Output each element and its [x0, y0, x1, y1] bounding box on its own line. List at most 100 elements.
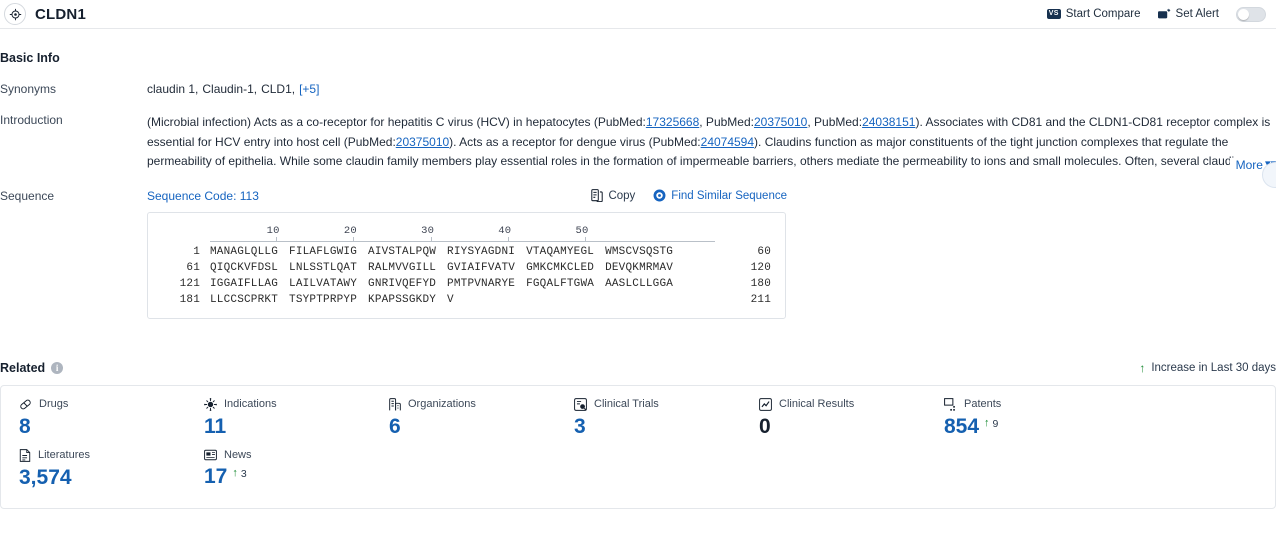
card-delta: ↑ 3 [232, 465, 246, 480]
related-card-news[interactable]: News 17 ↑ 3 [186, 449, 371, 490]
ruler-tick [430, 236, 432, 241]
card-value-row: 6 [389, 415, 556, 439]
sequence-code-link[interactable]: Sequence Code: 113 [147, 189, 259, 203]
find-similar-sequence-button[interactable]: Find Similar Sequence [653, 189, 787, 202]
synonyms-more-button[interactable]: [+5] [299, 82, 319, 96]
card-value: 3,574 [19, 465, 72, 489]
news-icon [204, 449, 217, 461]
alert-toggle[interactable] [1236, 6, 1266, 22]
sequence-start-index: 1 [193, 245, 200, 258]
pubmed-link[interactable]: 20375010 [754, 115, 807, 129]
related-card-indications[interactable]: Indications 11 [186, 397, 371, 439]
related-card-literatures[interactable]: Literatures 3,574 [1, 448, 186, 490]
introduction-text: (Microbial infection) Acts as a co-recep… [147, 113, 1275, 172]
info-icon[interactable]: i [51, 361, 64, 374]
basic-info-heading: Basic Info [0, 51, 60, 65]
sequence-chunk: FILAFLGWIG [289, 245, 358, 258]
pubmed-link[interactable]: 24074594 [701, 135, 754, 149]
card-label: Drugs [39, 398, 69, 410]
card-header: Drugs [19, 398, 186, 411]
arrow-up-icon: ↑ [984, 417, 990, 429]
copy-label: Copy [608, 189, 636, 202]
building-icon [389, 397, 401, 411]
introduction-text-fragment: , PubMed: [807, 115, 863, 129]
virus-icon [204, 397, 217, 411]
sequence-line: 121 IGGAIFLLAG LAILVATAWY GNRIVQEFYD PMTPVNA… [162, 278, 771, 290]
pubmed-link[interactable]: 20375010 [396, 135, 449, 149]
sequence-chunk: TSYPTPRPYP [289, 293, 358, 306]
introduction-label: Introduction [0, 113, 63, 127]
related-card-clinical-trials[interactable]: Clinical Trials 3 [556, 397, 741, 439]
top-header-bar: CLDN1 VS Start Compare Set Alert [0, 0, 1276, 29]
card-label: News [224, 448, 252, 461]
ruler-tick-label: 10 [266, 224, 280, 237]
page-body: Basic Info Synonyms claudin 1, Claudin-1,… [0, 51, 1276, 509]
introduction-text-fragment: , PubMed: [699, 115, 754, 129]
ruler-tick-label: 20 [343, 224, 357, 237]
increase-legend: ↑ Increase in Last 30 days [1139, 362, 1276, 374]
sequence-ruler-row: 10 20 30 40 50 [162, 224, 771, 242]
introduction-value: (Microbial infection) Acts as a co-recep… [147, 113, 1276, 172]
sequence-chunk: RIYSYAGDNI [447, 245, 516, 258]
sequence-start-index: 181 [179, 293, 200, 306]
sequence-chunk: DEVQKMRMAV [605, 261, 674, 274]
pill-icon [19, 398, 32, 411]
card-label: Clinical Trials [594, 398, 659, 410]
sequence-chunk: LNLSSTLQAT [289, 261, 358, 274]
sequence-chunk: LAILVATAWY [289, 277, 358, 290]
sequence-chunk: AIVSTALPQW [368, 245, 437, 258]
sequence-chunk: GMKCMKCLED [526, 261, 595, 274]
sequence-start-index: 121 [179, 277, 200, 290]
card-label: Literatures [38, 449, 90, 461]
related-card-clinical-results[interactable]: Clinical Results 0 [741, 397, 926, 439]
card-value: 0 [759, 414, 771, 438]
related-stats-grid: Drugs 8 Indications 11 Organizations 6 Clinica… [0, 384, 1276, 509]
sequence-end-index: 120 [750, 261, 771, 274]
pubmed-link[interactable]: 24038151 [862, 115, 915, 129]
card-delta-value: 9 [992, 417, 999, 430]
sequence-start-index: 61 [186, 261, 200, 274]
sequence-chunk: FGQALFTGWA [526, 277, 595, 290]
card-delta-value: 3 [240, 467, 247, 480]
synonyms-value: claudin 1, Claudin-1, CLD1, [+5] [147, 82, 1276, 96]
card-value-row: 11 [204, 415, 371, 439]
synonyms-row: Synonyms claudin 1, Claudin-1, CLD1, [+5] [0, 82, 1276, 96]
ruler-tick-label: 30 [421, 224, 435, 237]
card-value: 17 [204, 464, 228, 488]
sequence-content: 10 20 30 40 50 1 MANAGLQLLG FILAFLGWIG AIVSTALP… [162, 224, 771, 306]
set-alert-button[interactable]: Set Alert [1157, 8, 1219, 20]
set-alert-label: Set Alert [1175, 8, 1219, 20]
sequence-end-index: 211 [750, 293, 771, 306]
pubmed-link[interactable]: 17325668 [646, 115, 699, 129]
ruler-tick-label: 40 [498, 224, 512, 237]
start-compare-button[interactable]: VS Start Compare [1046, 8, 1141, 20]
copy-button[interactable]: Copy [591, 189, 635, 202]
sequence-box: 10 20 30 40 50 1 MANAGLQLLG FILAFLGWIG AIVSTALP… [147, 211, 786, 319]
card-value: 6 [389, 414, 401, 438]
sequence-chunk: V [447, 293, 454, 306]
sequence-value: Sequence Code: 113 Copy Find Similar Seq… [147, 189, 1276, 319]
card-value-row: 8 [19, 415, 186, 439]
related-header: Related i ↑ Increase in Last 30 days [0, 361, 1276, 375]
card-header: Patents [944, 397, 1111, 411]
card-label: Clinical Results [779, 398, 855, 410]
related-card-patents[interactable]: Patents 854 ↑ 9 [926, 397, 1111, 439]
sequence-end-index: 60 [757, 245, 771, 258]
related-card-drugs[interactable]: Drugs 8 [1, 398, 186, 439]
sequence-end-index: 180 [750, 277, 771, 290]
ruler-tick [276, 236, 278, 241]
introduction-text-fragment: (Microbial infection) Acts as a co-recep… [147, 115, 646, 129]
card-value-row: 854 ↑ 9 [944, 415, 1111, 439]
card-value: 854 [944, 414, 980, 438]
related-card-organizations[interactable]: Organizations 6 [371, 397, 556, 439]
card-header: Organizations [389, 397, 556, 411]
card-value: 8 [19, 414, 31, 438]
sequence-chunk: IGGAIFLLAG [210, 277, 279, 290]
sequence-tools: Copy Find Similar Sequence [591, 189, 787, 202]
copy-icon [591, 189, 604, 202]
ruler-line [210, 240, 715, 242]
sequence-label: Sequence [0, 188, 55, 203]
synonym-item: CLD1, [261, 82, 296, 96]
synonym-item: claudin 1, [147, 82, 199, 96]
card-header: News [204, 449, 371, 461]
